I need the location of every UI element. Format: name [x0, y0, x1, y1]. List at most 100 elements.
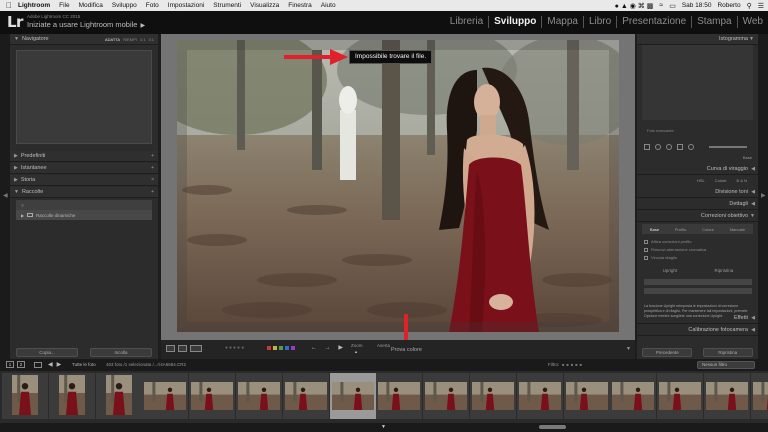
- menu-window[interactable]: Finestra: [288, 2, 311, 9]
- brush-slider[interactable]: [709, 146, 747, 148]
- before-after-button[interactable]: [190, 345, 202, 352]
- filmstrip-thumbnail[interactable]: [563, 373, 610, 419]
- label-yellow[interactable]: [273, 346, 277, 350]
- filter-icons[interactable]: ■■■■■: [562, 362, 584, 367]
- constrain-crop-checkbox[interactable]: Vincola ritaglio: [644, 255, 677, 260]
- scroll-thumb[interactable]: [539, 425, 566, 429]
- smart-collections-item[interactable]: ▶ Raccolte dinamiche: [16, 210, 152, 220]
- radial-filter-icon[interactable]: [688, 144, 694, 150]
- upright-options-row[interactable]: [644, 288, 752, 294]
- copy-button[interactable]: Copia...: [16, 347, 78, 357]
- reset-button[interactable]: Ripristina: [702, 347, 753, 357]
- upright-buttons-row[interactable]: [644, 279, 752, 285]
- lens-tab-profile[interactable]: Profilo: [675, 227, 686, 232]
- label-green[interactable]: [279, 346, 283, 350]
- lens-tab-color[interactable]: Colore: [702, 227, 714, 232]
- upright-reset[interactable]: Ripristina: [715, 268, 734, 273]
- menu-tools[interactable]: Strumenti: [213, 2, 241, 9]
- add-icon[interactable]: +: [151, 189, 154, 195]
- crop-tool-icon[interactable]: [644, 144, 650, 150]
- menu-develop[interactable]: Sviluppo: [112, 2, 137, 9]
- add-icon[interactable]: +: [151, 153, 154, 159]
- hsl-tab[interactable]: HSL: [697, 178, 705, 183]
- paste-button[interactable]: Incolla: [90, 347, 152, 357]
- loupe-view-button[interactable]: [166, 345, 175, 352]
- tone-curve-header[interactable]: Curva di viraggio ◀: [637, 164, 758, 175]
- mobile-link[interactable]: Iniziate a usare Lightroom mobile ▶: [27, 20, 145, 29]
- clock[interactable]: Sab 18:50: [682, 2, 712, 9]
- filter-dropdown[interactable]: Nessun filtro: [697, 361, 755, 369]
- effects-header[interactable]: Effetti ◀: [637, 313, 758, 324]
- filmstrip-thumbnail[interactable]: [236, 373, 282, 419]
- zoom-3-1[interactable]: 3:1: [148, 37, 154, 42]
- menu-file[interactable]: File: [59, 2, 69, 9]
- graduated-filter-icon[interactable]: [677, 144, 683, 150]
- battery-icon[interactable]: ▭: [669, 2, 676, 10]
- right-panel-toggle[interactable]: ▶: [758, 34, 768, 359]
- wifi-icon[interactable]: ≈: [659, 2, 663, 9]
- zoom-1-1[interactable]: 1:1: [140, 37, 146, 42]
- menu-app[interactable]: Lightroom: [18, 2, 50, 9]
- label-blue[interactable]: [285, 346, 289, 350]
- filmstrip-thumbnail[interactable]: [376, 373, 423, 419]
- navigator-header[interactable]: ▼ Navigatore ADATTA RIEMPI 1:1 3:1: [10, 34, 158, 45]
- collection-filter-field[interactable]: ⚲: [16, 200, 152, 210]
- lens-tab-manual[interactable]: Manuale: [730, 227, 745, 232]
- label-red[interactable]: [267, 346, 271, 350]
- star-rating[interactable]: ●●●●●: [225, 345, 245, 351]
- menu-view[interactable]: Visualizza: [250, 2, 279, 9]
- lens-corrections-header[interactable]: Correzioni obiettivo ▼: [637, 211, 758, 222]
- snapshots-header[interactable]: ▶ Istantanee +: [10, 163, 158, 174]
- filmstrip-scrollbar[interactable]: ▼: [0, 423, 768, 432]
- split-toning-header[interactable]: Divisione toni ◀: [637, 187, 758, 198]
- module-book[interactable]: Libro: [582, 16, 616, 28]
- zoom-fit[interactable]: ADATTA: [105, 37, 120, 42]
- filmstrip-thumbnail[interactable]: [704, 373, 750, 419]
- filmstrip-thumbnail[interactable]: [516, 373, 563, 419]
- color-tab[interactable]: Colore: [715, 178, 727, 183]
- module-develop[interactable]: Sviluppo: [488, 16, 541, 28]
- bw-tab[interactable]: B & N: [737, 178, 747, 183]
- monitor-2-button[interactable]: 2: [17, 361, 25, 368]
- menu-settings[interactable]: Impostazioni: [168, 2, 205, 9]
- detail-header[interactable]: Dettagli ◀: [637, 199, 758, 210]
- status-icons[interactable]: ● ▲ ◉ ⌘ ▩: [615, 2, 654, 10]
- nav-arrows[interactable]: ← → ▶: [311, 344, 346, 351]
- left-panel-toggle[interactable]: ◀: [0, 34, 10, 359]
- calibration-header[interactable]: Calibrazione fotocamera ◀: [637, 325, 758, 336]
- filmstrip-thumbnail[interactable]: [95, 373, 142, 419]
- filmstrip-nav-arrows[interactable]: ◀▶: [48, 361, 65, 368]
- filmstrip-thumbnail[interactable]: [470, 373, 516, 419]
- user-name[interactable]: Roberto: [717, 2, 740, 9]
- menu-photo[interactable]: Foto: [146, 2, 159, 9]
- zoom-slider-icon[interactable]: ▲: [354, 349, 358, 354]
- filmstrip-thumbnail[interactable]: [329, 373, 376, 419]
- close-icon[interactable]: ×: [151, 177, 154, 183]
- filmstrip-thumbnail[interactable]: [610, 373, 657, 419]
- filmstrip-thumbnail[interactable]: [423, 373, 470, 419]
- remove-ca-checkbox[interactable]: Rimuovi aberrazione cromatica: [644, 247, 706, 252]
- label-purple[interactable]: [291, 346, 295, 350]
- add-icon[interactable]: +: [151, 165, 154, 171]
- photo-preview[interactable]: [177, 40, 619, 332]
- filmstrip-thumbnail[interactable]: [189, 373, 236, 419]
- module-map[interactable]: Mappa: [541, 16, 583, 28]
- previous-button[interactable]: Precedente: [642, 347, 693, 357]
- zoom-fill[interactable]: RIEMPI: [123, 37, 137, 42]
- filmstrip-thumbnail[interactable]: [750, 373, 768, 419]
- monitor-1-button[interactable]: 1: [6, 361, 14, 368]
- list-icon[interactable]: ☰: [758, 2, 764, 10]
- compare-view-button[interactable]: [178, 345, 187, 352]
- enable-profile-checkbox[interactable]: Attiva correzioni profilo: [644, 239, 691, 244]
- collections-header[interactable]: ▼ Raccolte +: [10, 187, 158, 198]
- source-label[interactable]: Tutte le foto: [72, 362, 96, 367]
- toolbar-menu-icon[interactable]: ▼: [626, 346, 631, 352]
- menu-help[interactable]: Aiuto: [321, 2, 336, 9]
- filmstrip-thumbnail[interactable]: [657, 373, 704, 419]
- history-header[interactable]: ▶ Storia ×: [10, 175, 158, 186]
- lens-tab-basic[interactable]: Base: [650, 227, 659, 232]
- filmstrip-thumbnail[interactable]: [48, 373, 95, 419]
- selection-info[interactable]: 463 foto /1 selezionata /...r/4A6684.CR2: [106, 362, 186, 367]
- menu-edit[interactable]: Modifica: [79, 2, 103, 9]
- module-slideshow[interactable]: Presentazione: [616, 16, 691, 28]
